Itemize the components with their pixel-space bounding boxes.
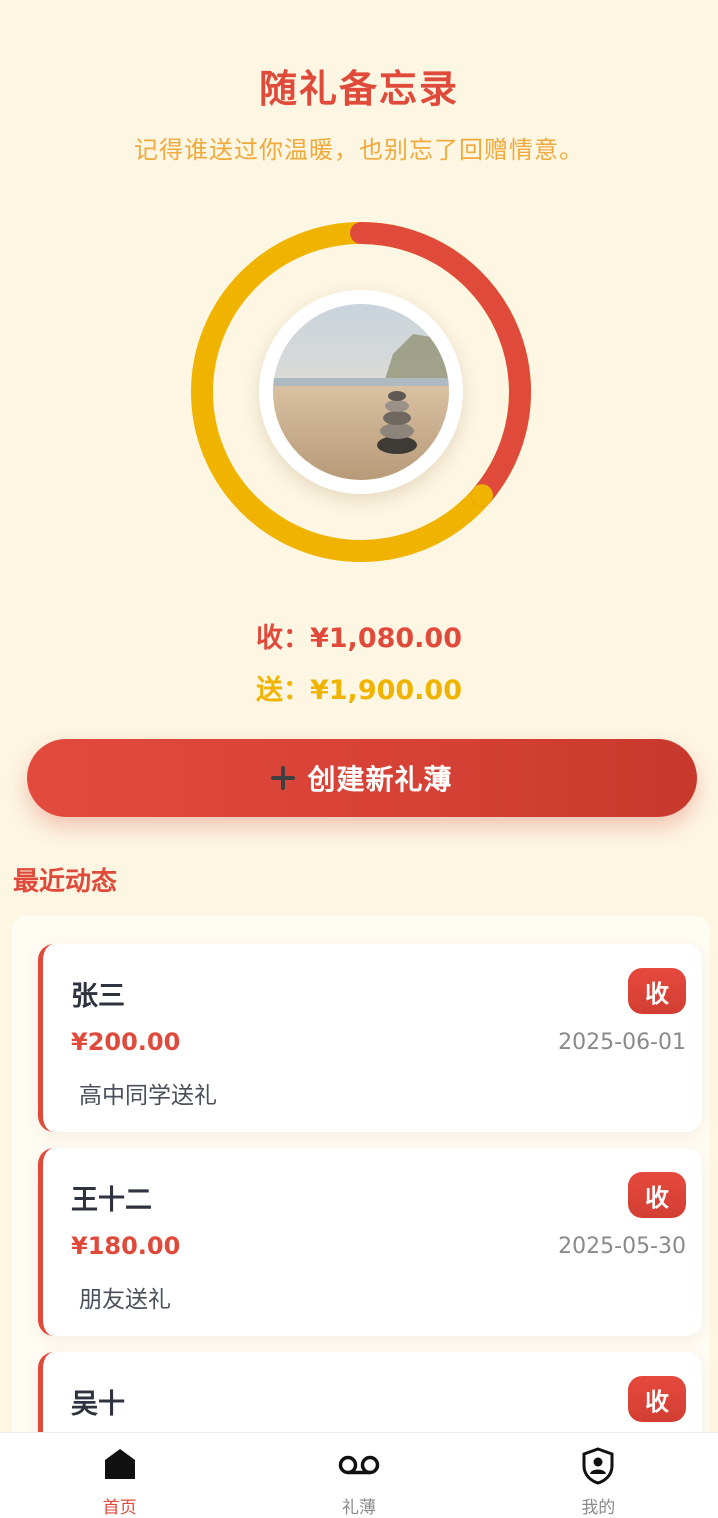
sent-amount: ¥1,900.00 (309, 675, 463, 706)
sent-total: 送：¥1,900.00 (0, 668, 718, 707)
tab-profile[interactable]: 我的 (479, 1433, 718, 1518)
item-name: 张三 (71, 981, 125, 1012)
voicemail-icon (338, 1455, 380, 1475)
list-item[interactable]: 张三 收 ¥200.00 2025-06-01 高中同学送礼 (38, 944, 702, 1132)
item-name: 吴十 (71, 1389, 125, 1420)
received-total: 收：¥1,080.00 (0, 616, 718, 655)
user-shield-icon (582, 1447, 614, 1485)
ring-sent-cap (470, 484, 493, 507)
item-note: 高中同学送礼 (79, 1083, 217, 1109)
item-type-badge[interactable]: 收 (628, 1376, 686, 1422)
item-type-badge[interactable]: 收 (628, 1172, 686, 1218)
tab-gift-book[interactable]: 礼薄 (239, 1433, 478, 1518)
recent-activity-list: 张三 收 ¥200.00 2025-06-01 高中同学送礼 王十二 收 ¥18… (12, 916, 710, 1518)
received-label: 收： (255, 623, 310, 654)
page-title: 随礼备忘录 (258, 67, 459, 111)
recent-activity-title: 最近动态 (13, 867, 118, 897)
tab-gift-book-label: 礼薄 (341, 1498, 376, 1518)
list-item[interactable]: 王十二 收 ¥180.00 2025-05-30 朋友送礼 (38, 1148, 702, 1336)
plus-icon (271, 766, 296, 790)
page-subtitle: 记得谁送过你温暖，也别忘了回赠情意。 (134, 136, 584, 164)
item-type-badge[interactable]: 收 (628, 968, 686, 1014)
stacked-stones-photo (273, 304, 449, 480)
sent-label: 送： (255, 675, 310, 706)
received-amount: ¥1,080.00 (309, 623, 463, 654)
item-note: 朋友送礼 (79, 1287, 171, 1313)
item-date: 2025-05-30 (558, 1234, 686, 1259)
tab-home[interactable]: 首页 (0, 1433, 239, 1518)
tab-home-label: 首页 (102, 1498, 137, 1518)
bottom-tab-bar: 首页 礼薄 我的 (0, 1432, 718, 1518)
item-amount: ¥200.00 (71, 1028, 181, 1056)
create-gift-book-label: 创建新礼薄 (307, 763, 453, 796)
create-gift-book-button[interactable]: 创建新礼薄 (27, 739, 697, 817)
item-date: 2025-06-01 (558, 1030, 686, 1055)
tab-profile-label: 我的 (581, 1498, 616, 1518)
balance-ring-chart (191, 222, 531, 562)
item-amount: ¥180.00 (71, 1232, 181, 1260)
home-screen: 随礼备忘录 记得谁送过你温暖，也别忘了回赠情意。 收：¥1,080.00 送：¥… (0, 0, 718, 1518)
item-name: 王十二 (71, 1185, 152, 1216)
home-icon (104, 1449, 135, 1479)
